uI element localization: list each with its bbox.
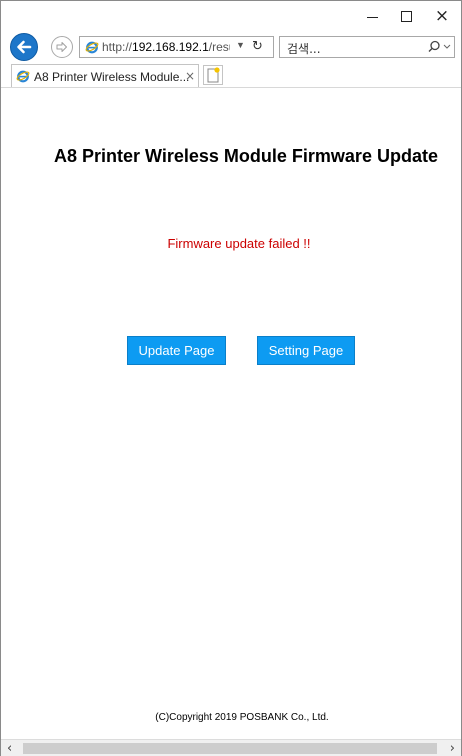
tab-active[interactable]: A8 Printer Wireless Module... × [11, 64, 199, 87]
maximize-button[interactable] [391, 3, 421, 29]
forward-arrow-icon [56, 42, 67, 52]
url-host: 192.168.192.1 [132, 40, 209, 54]
status-message: Firmware update failed !! [167, 236, 311, 251]
forward-button[interactable] [51, 36, 73, 58]
page-title: A8 Printer Wireless Module Firmware Upda… [54, 146, 438, 166]
page-content: A8 Printer Wireless Module Firmware Upda… [1, 88, 461, 739]
new-tab-icon [207, 67, 220, 83]
new-tab-button[interactable] [203, 65, 223, 85]
scroll-right-icon[interactable]: › [450, 741, 455, 756]
internet-explorer-icon [16, 70, 30, 83]
navigation-bar: http://192.168.192.1/resu ▼ ↻ 검색... [1, 31, 461, 61]
scroll-left-icon[interactable]: ‹ [7, 741, 12, 756]
address-bar[interactable]: http://192.168.192.1/resu ▼ ↻ [79, 36, 274, 58]
minimize-button[interactable] [357, 3, 387, 29]
url-prefix: http:// [102, 40, 133, 54]
url-text: http://192.168.192.1/resu [102, 40, 230, 54]
setting-page-button[interactable]: Setting Page [257, 336, 355, 365]
minimize-icon [366, 16, 378, 18]
back-button[interactable] [10, 33, 38, 61]
internet-explorer-icon [85, 41, 99, 54]
maximize-icon [400, 10, 412, 22]
tab-title: A8 Printer Wireless Module... [34, 70, 190, 84]
tab-bar: A8 Printer Wireless Module... × [1, 62, 461, 88]
search-box[interactable]: 검색... [279, 36, 455, 58]
title-bar: × [1, 1, 461, 31]
update-page-button[interactable]: Update Page [127, 336, 226, 365]
address-dropdown-icon[interactable]: ▼ [236, 40, 245, 50]
close-window-button[interactable]: × [427, 3, 457, 29]
copyright-text: (C)Copyright 2019 POSBANK Co., Ltd. [155, 712, 329, 723]
search-input[interactable]: 검색... [287, 40, 321, 57]
browser-window: × http://192.168.192.1/resu ▼ ↻ 검색... [0, 0, 462, 756]
scrollbar-thumb[interactable] [23, 743, 437, 754]
refresh-icon[interactable]: ↻ [252, 39, 263, 54]
tab-close-icon[interactable]: × [185, 69, 195, 83]
search-icon[interactable] [426, 39, 452, 55]
url-path: /resu [208, 40, 230, 54]
horizontal-scrollbar[interactable]: ‹ › [1, 739, 461, 756]
back-arrow-icon [17, 40, 32, 54]
